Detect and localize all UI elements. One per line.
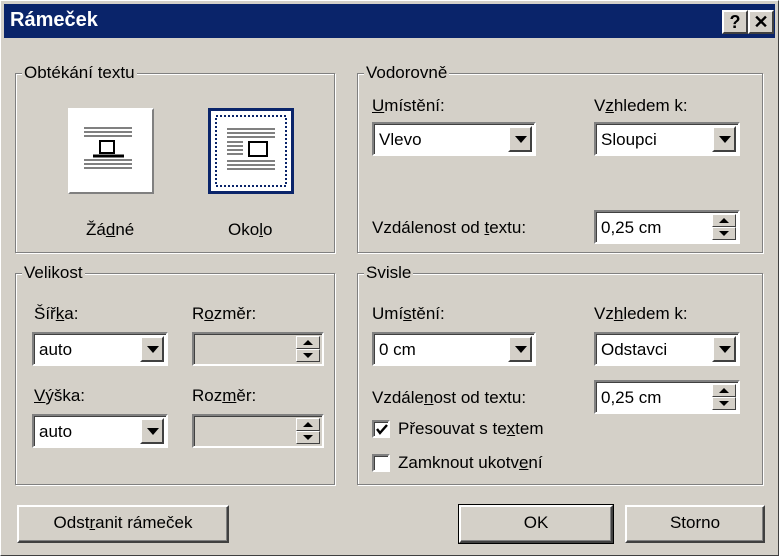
chevron-down-icon[interactable] — [508, 126, 532, 152]
frame-dialog: Rámeček ? ✕ Obtékání textu Žádné Okolo V… — [0, 0, 779, 556]
horizontal-distance-spinner[interactable]: 0,25 cm — [594, 210, 740, 244]
horizontal-relative-dropdown[interactable]: Sloupci — [594, 122, 740, 156]
chevron-down-icon[interactable] — [712, 126, 736, 152]
text-wrapping-group: Obtékání textu Žádné Okolo — [15, 63, 335, 253]
vertical-relative-label: Vzhledem k: — [594, 304, 688, 323]
size-group: Velikost Šířka: auto Rozměr: Výška: auto… — [15, 263, 335, 485]
title-bar[interactable]: Rámeček ? ✕ — [4, 4, 775, 38]
height-value: auto — [39, 422, 73, 441]
move-with-text-checkbox[interactable] — [372, 420, 390, 438]
chevron-down-icon[interactable] — [140, 336, 164, 362]
width-dimension-spinner[interactable] — [192, 332, 324, 366]
close-button[interactable]: ✕ — [748, 10, 774, 34]
dialog-title: Rámeček — [10, 9, 98, 31]
wrap-none-icon — [84, 127, 132, 169]
vertical-group: Svisle Umístění: 0 cm Vzhledem k: Odstav… — [357, 263, 763, 485]
chevron-down-icon[interactable] — [140, 418, 164, 444]
help-button[interactable]: ? — [722, 10, 748, 34]
width-dropdown[interactable]: auto — [32, 332, 168, 366]
remove-frame-button[interactable]: Odstranit rámeček — [17, 505, 229, 543]
width-dimension-label: Rozměr: — [192, 304, 257, 323]
wrap-around-option[interactable] — [208, 108, 294, 194]
height-dimension-spinner[interactable] — [192, 414, 324, 448]
width-label: Šířka: — [34, 304, 79, 323]
lock-anchor-checkbox[interactable] — [372, 454, 390, 472]
size-legend: Velikost — [22, 263, 85, 283]
horizontal-distance-value: 0,25 cm — [601, 218, 662, 237]
wrap-around-label: Okolo — [228, 220, 273, 239]
horizontal-position-dropdown[interactable]: Vlevo — [372, 122, 536, 156]
spin-down-icon[interactable] — [712, 227, 736, 240]
spin-down-icon[interactable] — [296, 431, 320, 444]
vertical-distance-value: 0,25 cm — [601, 388, 662, 407]
spin-up-icon[interactable] — [296, 336, 320, 349]
vertical-position-dropdown[interactable]: 0 cm — [372, 332, 536, 366]
width-value: auto — [39, 340, 73, 359]
horizontal-position-value: Vlevo — [379, 130, 422, 149]
cancel-button[interactable]: Storno — [625, 505, 765, 543]
text-wrapping-legend: Obtékání textu — [22, 63, 137, 83]
lock-anchor-label[interactable]: Zamknout ukotvení — [398, 453, 543, 473]
wrap-none-option[interactable] — [68, 108, 154, 194]
chevron-down-icon[interactable] — [712, 336, 736, 362]
vertical-relative-dropdown[interactable]: Odstavci — [594, 332, 740, 366]
height-dimension-label: Rozměr: — [192, 386, 257, 405]
wrap-none-label: Žádné — [86, 220, 135, 239]
spin-up-icon[interactable] — [712, 384, 736, 397]
move-with-text-label[interactable]: Přesouvat s textem — [398, 419, 544, 439]
height-dropdown[interactable]: auto — [32, 414, 168, 448]
spin-up-icon[interactable] — [296, 418, 320, 431]
vertical-relative-value: Odstavci — [601, 340, 668, 359]
horizontal-relative-label: Vzhledem k: — [594, 96, 688, 115]
horizontal-group: Vodorovně Umístění: Vlevo Vzhledem k: Sl… — [357, 63, 763, 253]
vertical-position-label: Umístění: — [372, 304, 445, 323]
vertical-distance-spinner[interactable]: 0,25 cm — [594, 380, 740, 414]
spin-up-icon[interactable] — [712, 214, 736, 227]
horizontal-distance-label: Vzdálenost od textu: — [372, 218, 527, 237]
vertical-legend: Svisle — [364, 263, 414, 283]
height-label: Výška: — [34, 386, 86, 405]
vertical-position-value: 0 cm — [379, 340, 416, 359]
ok-button[interactable]: OK — [458, 504, 614, 544]
spin-down-icon[interactable] — [712, 397, 736, 410]
horizontal-legend: Vodorovně — [364, 63, 450, 83]
vertical-distance-label: Vzdálenost od textu: — [372, 388, 527, 407]
horizontal-position-label: Umístění: — [372, 96, 445, 115]
wrap-around-icon — [215, 115, 287, 187]
horizontal-relative-value: Sloupci — [601, 130, 657, 149]
chevron-down-icon[interactable] — [508, 336, 532, 362]
checkmark-icon — [376, 424, 388, 435]
spin-down-icon[interactable] — [296, 349, 320, 362]
